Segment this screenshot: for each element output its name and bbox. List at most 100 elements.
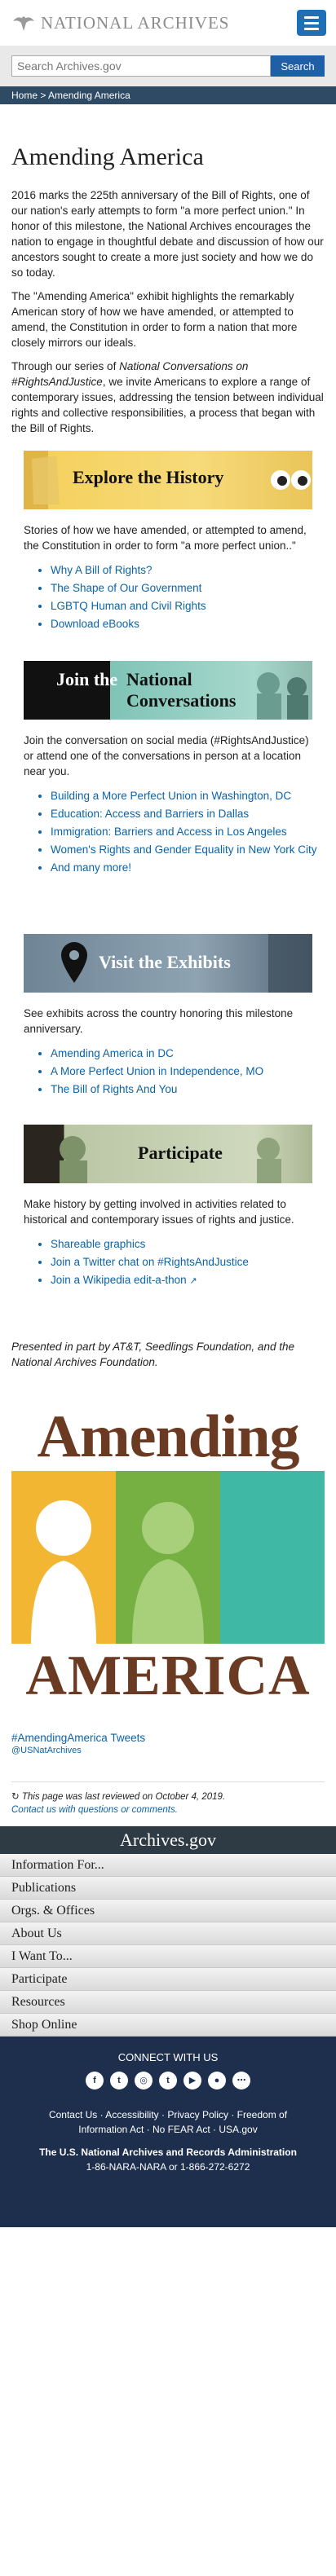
list-item: Shareable graphics: [51, 1235, 325, 1253]
social-links: f t ◎ t ▶ ● ⋯: [0, 2072, 336, 2089]
amending-america-poster: Amending AMERICA: [11, 1404, 325, 1714]
conversations-banner-title-1: Join the: [56, 669, 118, 689]
youtube-icon[interactable]: ▶: [183, 2072, 201, 2089]
instagram-icon[interactable]: ◎: [135, 2072, 153, 2089]
footer-menu: Information For... Publications Orgs. & …: [0, 1854, 336, 2037]
footer-menu-publications[interactable]: Publications: [0, 1877, 336, 1900]
footer-menu-orgs-offices[interactable]: Orgs. & Offices: [0, 1900, 336, 1922]
review-icon: ↻: [11, 1792, 20, 1802]
list-item: The Shape of Our Government: [51, 579, 325, 597]
link-shareable-graphics[interactable]: Shareable graphics: [51, 1238, 145, 1250]
contact-us-link[interactable]: Contact us with questions or comments.: [11, 1805, 325, 1815]
explore-text: Stories of how we have amended, or attem…: [24, 524, 307, 552]
review-text: This page was last reviewed on October 4…: [21, 1792, 226, 1802]
intro-paragraph: Through our series of National Conversat…: [11, 359, 325, 436]
footer-menu-information-for[interactable]: Information For...: [0, 1854, 336, 1877]
menu-button[interactable]: [297, 10, 326, 36]
link-washington-dc[interactable]: Building a More Perfect Union in Washing…: [51, 790, 291, 802]
poster-panel-yellow: [11, 1471, 116, 1644]
participate-banner-title: Participate: [138, 1143, 223, 1163]
exhibits-links: Amending America in DC A More Perfect Un…: [51, 1045, 325, 1099]
link-download-ebooks[interactable]: Download eBooks: [51, 618, 139, 630]
site-header: NATIONAL ARCHIVES: [0, 0, 336, 46]
link-lgbtq-rights[interactable]: LGBTQ Human and Civil Rights: [51, 600, 206, 612]
footer-menu-i-want-to[interactable]: I Want To...: [0, 1945, 336, 1968]
footer-menu-resources[interactable]: Resources: [0, 1991, 336, 2014]
list-item: Education: Access and Barriers in Dallas: [51, 805, 325, 823]
footer-band: Archives.gov: [0, 1826, 336, 1854]
intro-text: Through our series of: [11, 360, 120, 372]
exhibits-section: Visit the Exhibits See exhibits across t…: [11, 934, 325, 1099]
hamburger-icon-bar: [304, 15, 319, 19]
list-item: And many more!: [51, 859, 325, 877]
intro-paragraph: The "Amending America" exhibit highlight…: [11, 290, 298, 349]
more-icon[interactable]: ⋯: [232, 2072, 250, 2089]
twitter-icon[interactable]: t: [110, 2072, 128, 2089]
conversations-links: Building a More Perfect Union in Washing…: [51, 787, 325, 877]
site-footer: CONNECT WITH US f t ◎ t ▶ ● ⋯ Contact Us…: [0, 2037, 336, 2227]
conversations-text: Join the conversation on social media (#…: [24, 734, 309, 777]
participate-banner[interactable]: Participate: [24, 1125, 312, 1183]
main-content: Amending America 2016 marks the 225th an…: [0, 143, 336, 1815]
link-shape-of-government[interactable]: The Shape of Our Government: [51, 582, 201, 594]
poster-panel-teal: [220, 1471, 325, 1644]
poster-title-top: Amending: [37, 1403, 300, 1470]
conversations-banner[interactable]: Join the National Conversations: [24, 661, 312, 720]
page-title: Amending America: [11, 143, 204, 170]
link-twitter-chat[interactable]: Join a Twitter chat on #RightsAndJustice: [51, 1256, 249, 1268]
footer-links[interactable]: Contact Us · Accessibility · Privacy Pol…: [0, 2107, 336, 2137]
explore-banner[interactable]: Explore the History: [24, 451, 312, 509]
link-many-more[interactable]: And many more!: [51, 861, 131, 874]
exhibits-banner-title: Visit the Exhibits: [99, 952, 231, 972]
breadcrumb-home[interactable]: Home: [11, 90, 38, 101]
list-item: LGBTQ Human and Civil Rights: [51, 597, 325, 615]
participate-section: Participate Make history by getting invo…: [11, 1125, 325, 1290]
woman-silhouette-icon: [31, 1500, 96, 1644]
link-bill-of-rights-and-you[interactable]: The Bill of Rights And You: [51, 1083, 177, 1095]
conversations-banner-title-2: National: [126, 669, 192, 689]
poster-panels: [11, 1471, 325, 1644]
exhibits-banner[interactable]: Visit the Exhibits: [24, 934, 312, 993]
footer-menu-participate[interactable]: Participate: [0, 1968, 336, 1991]
list-item: The Bill of Rights And You: [51, 1081, 325, 1099]
external-link-icon: ↗: [189, 1276, 197, 1286]
list-item: Immigration: Barriers and Access in Los …: [51, 823, 325, 841]
link-independence-mo[interactable]: A More Perfect Union in Independence, MO: [51, 1065, 263, 1077]
intro-paragraph: 2016 marks the 225th anniversary of the …: [11, 189, 324, 279]
link-los-angeles[interactable]: Immigration: Barriers and Access in Los …: [51, 826, 287, 838]
tweets-title-link[interactable]: #AmendingAmerica Tweets: [11, 1732, 145, 1744]
list-item: Join a Wikipedia edit-a-thon ↗: [51, 1271, 325, 1290]
breadcrumb-separator: >: [40, 90, 46, 101]
nara-phone: 1-86-NARA-NARA or 1-866-272-6272: [86, 2161, 250, 2173]
tweets-widget: #AmendingAmerica Tweets @USNatArchives: [11, 1732, 325, 1755]
participate-links: Shareable graphics Join a Twitter chat o…: [51, 1235, 325, 1290]
nara-name: The U.S. National Archives and Records A…: [39, 2147, 297, 2158]
poster-title-bottom: AMERICA: [25, 1645, 311, 1707]
tumblr-icon[interactable]: t: [159, 2072, 177, 2089]
search-button[interactable]: Search: [271, 55, 325, 77]
list-item: A More Perfect Union in Independence, MO: [51, 1063, 325, 1081]
link-wikipedia-edit-a-thon[interactable]: Join a Wikipedia edit-a-thon: [51, 1274, 187, 1286]
hamburger-icon-bar: [304, 27, 319, 30]
man-silhouette-icon: [132, 1502, 204, 1644]
list-item: Why A Bill of Rights?: [51, 561, 325, 579]
link-new-york[interactable]: Women's Rights and Gender Equality in Ne…: [51, 843, 317, 856]
link-amending-america-dc[interactable]: Amending America in DC: [51, 1047, 174, 1059]
eagle-icon: [13, 16, 34, 31]
connect-heading: CONNECT WITH US: [117, 2051, 219, 2063]
twitter-handle[interactable]: @USNatArchives: [11, 1746, 325, 1755]
national-archives-logo[interactable]: NATIONAL ARCHIVES: [11, 11, 229, 34]
list-item: Women's Rights and Gender Equality in Ne…: [51, 841, 325, 859]
search-input[interactable]: [11, 55, 271, 77]
footer-menu-shop-online[interactable]: Shop Online: [0, 2014, 336, 2037]
breadcrumb-current: Amending America: [48, 90, 130, 101]
flickr-icon[interactable]: ●: [208, 2072, 226, 2089]
explore-section: Explore the History Stories of how we ha…: [11, 451, 325, 633]
poster-panel-green: [116, 1471, 220, 1644]
footer-menu-about-us[interactable]: About Us: [0, 1922, 336, 1945]
facebook-icon[interactable]: f: [86, 2072, 104, 2089]
page-review: ↻ This page was last reviewed on October…: [11, 1781, 325, 1815]
link-why-bill-of-rights[interactable]: Why A Bill of Rights?: [51, 564, 153, 576]
link-dallas[interactable]: Education: Access and Barriers in Dallas: [51, 808, 249, 820]
exhibits-text: See exhibits across the country honoring…: [24, 1007, 294, 1035]
